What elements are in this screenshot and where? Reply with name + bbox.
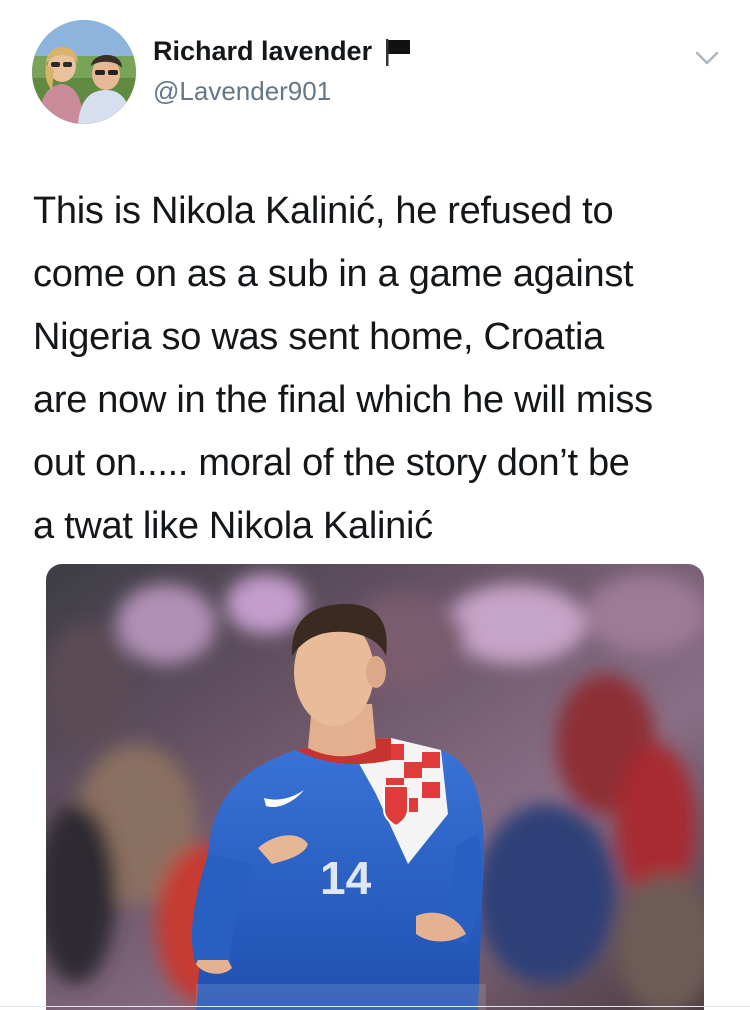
- tweet-text-line: Nigeria so was sent home, Croatia: [33, 316, 604, 358]
- avatar-photo: [32, 20, 136, 124]
- tweet-card: Richard lavender @Lavender901 This is Ni…: [0, 0, 750, 1010]
- jersey-number: 14: [320, 852, 372, 904]
- black-flag-icon: [384, 37, 412, 67]
- tweet-text-line: This is Nikola Kalinić, he refused to: [33, 190, 614, 232]
- user-name-row[interactable]: Richard lavender: [153, 36, 412, 67]
- display-name[interactable]: Richard lavender: [153, 36, 372, 67]
- divider: [0, 1006, 750, 1007]
- tweet-text-line: are now in the final which he will miss: [33, 379, 653, 421]
- chevron-down-icon[interactable]: [692, 44, 722, 72]
- tweet-media-image[interactable]: 14: [46, 564, 704, 1010]
- tweet-text-line: a twat like Nikola Kalinić: [33, 505, 433, 547]
- tweet-text-line: come on as a sub in a game against: [33, 253, 634, 295]
- tweet-text: This is Nikola Kalinić, he refused to co…: [33, 180, 723, 558]
- user-handle[interactable]: @Lavender901: [153, 76, 331, 107]
- tweet-text-line: out on..... moral of the story don’t be: [33, 442, 630, 484]
- avatar[interactable]: [32, 20, 136, 124]
- football-player-photo: 14: [46, 564, 704, 1010]
